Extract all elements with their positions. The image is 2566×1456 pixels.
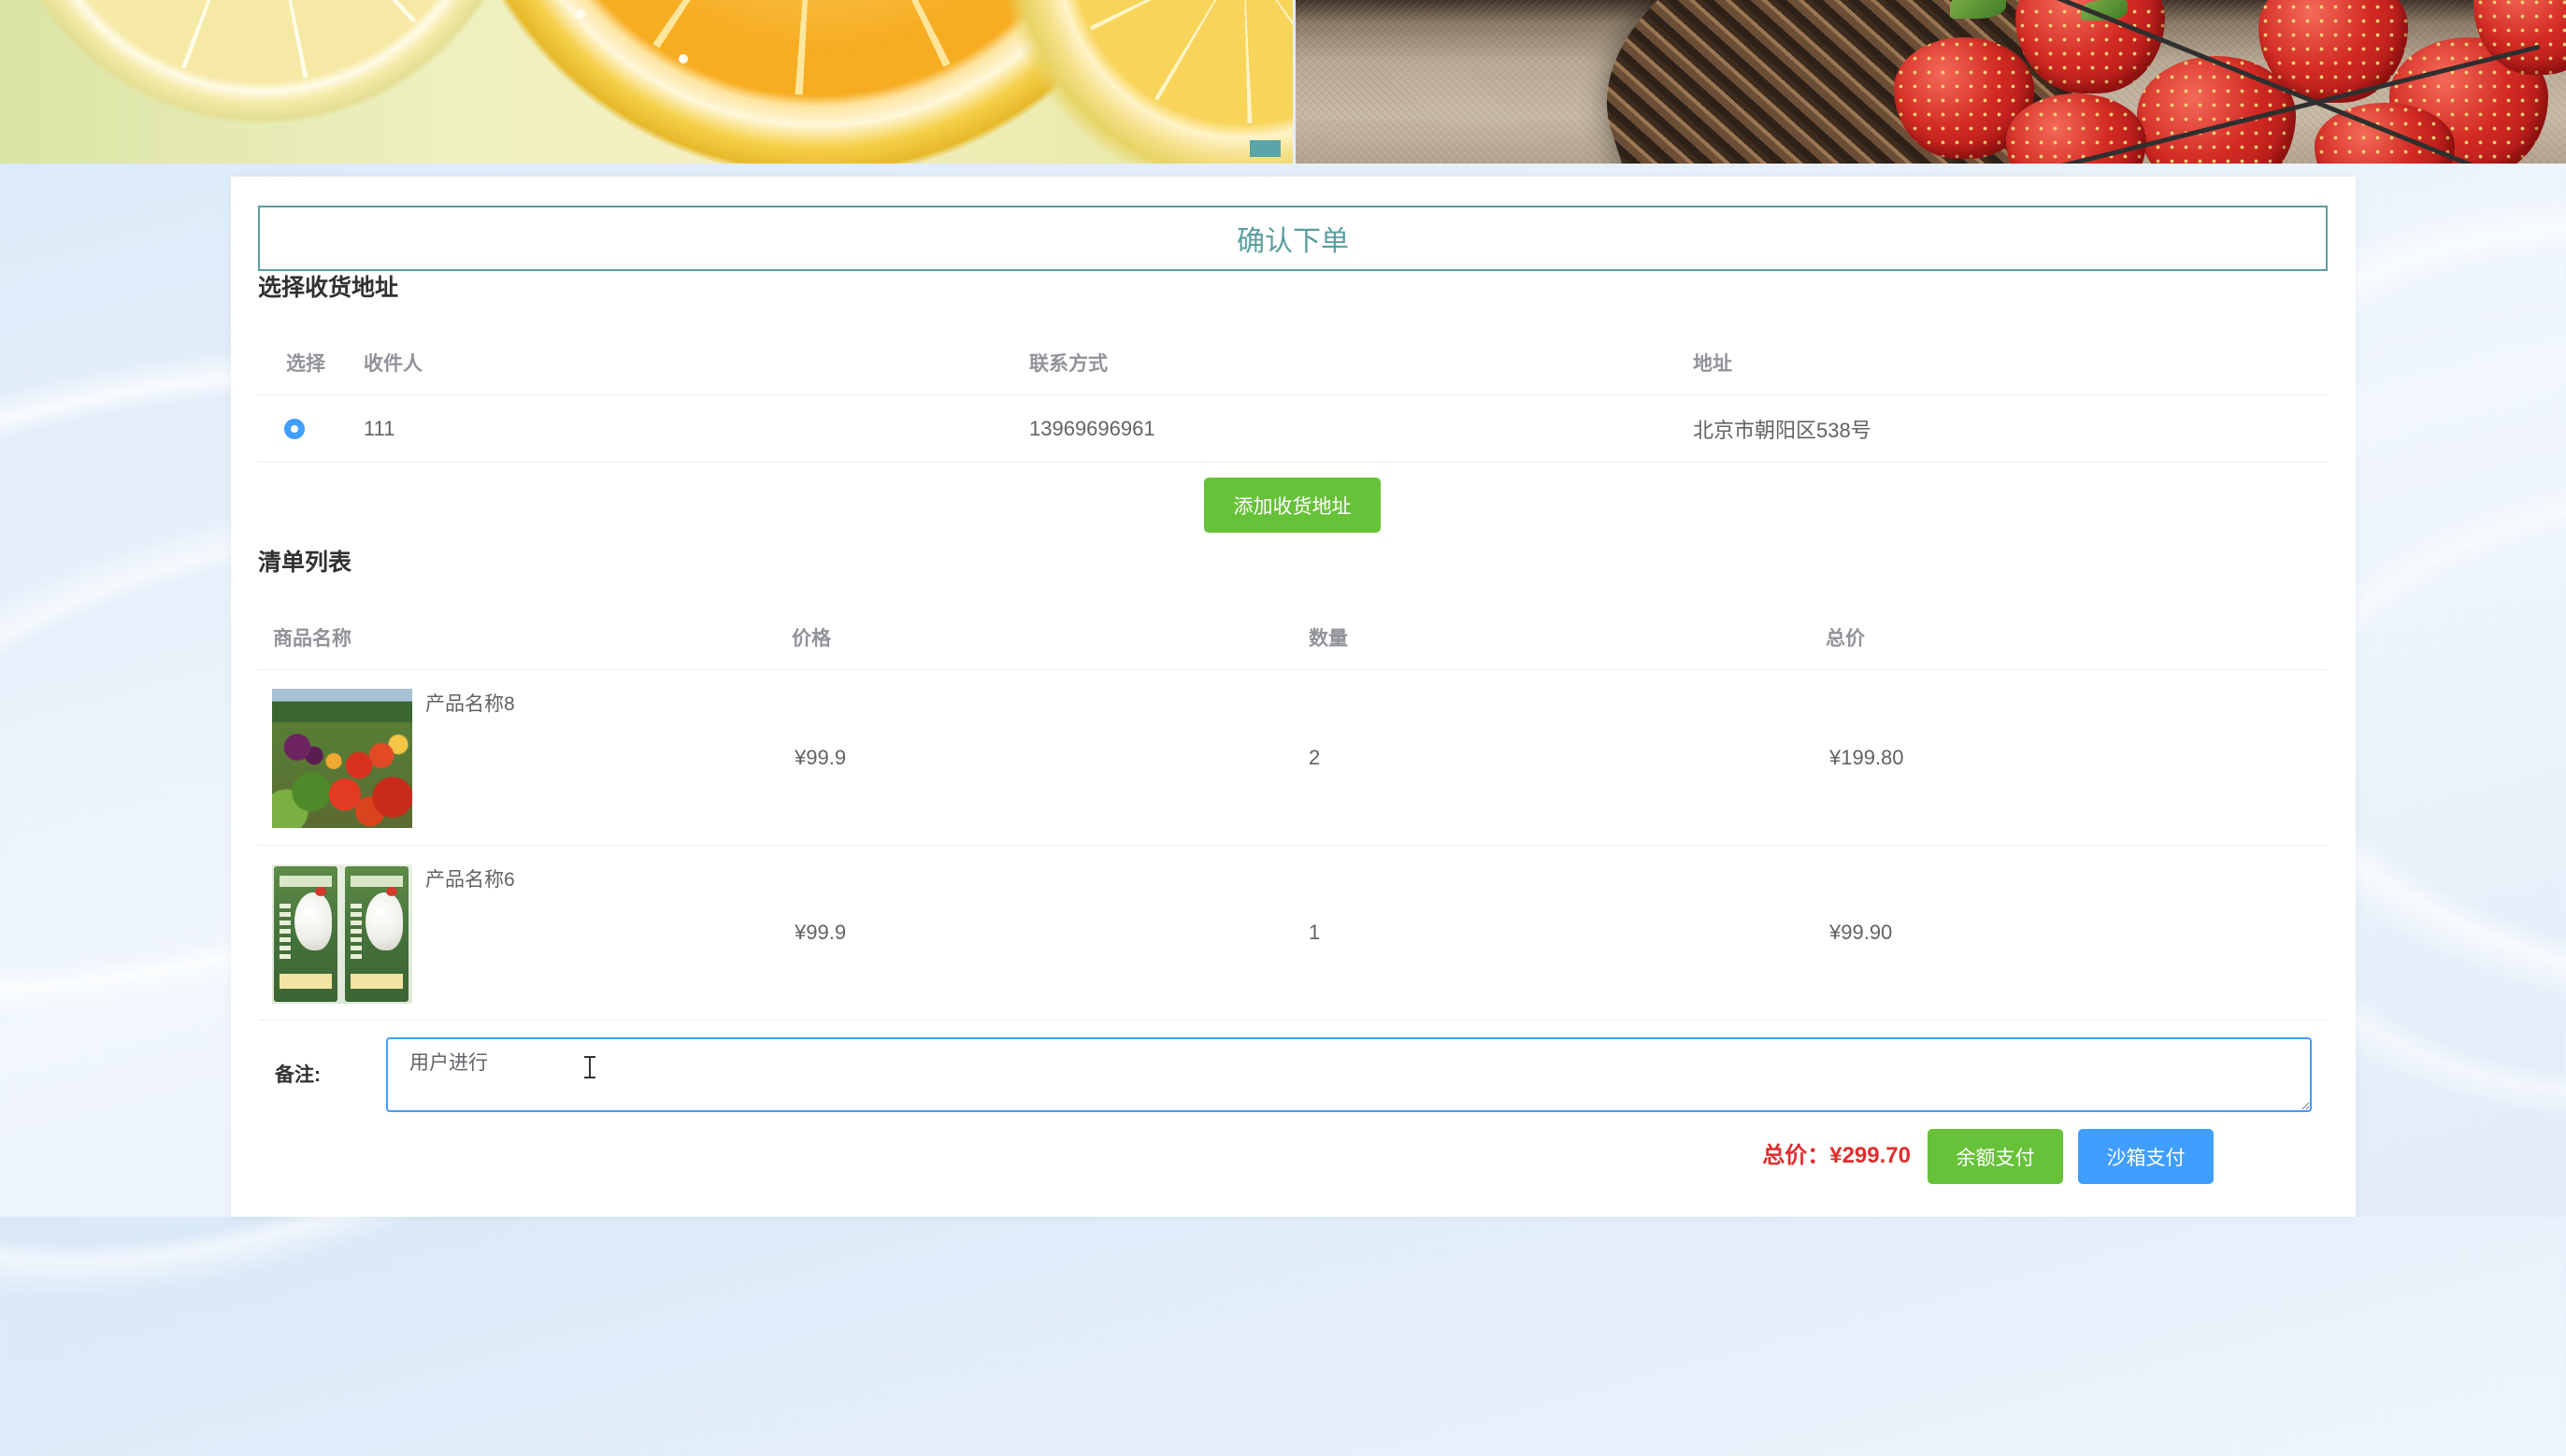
quantity-cell: 1 [1309,921,1321,944]
column-header-price: 价格 [792,627,831,649]
package-label [280,904,291,960]
page-title: 确认下单 [258,206,2328,271]
order-table-header: 商品名称 价格 数量 总价 [258,605,2328,670]
package-band [351,876,403,887]
price-cell: ¥99.9 [795,921,847,944]
chicken-graphic [294,892,332,950]
subtotal-cell: ¥199.80 [1829,745,1904,769]
lemon-segments [1073,0,1293,123]
column-header-address: 地址 [1693,352,1732,375]
table-row[interactable]: 111 13969696961 北京市朝阳区538号 [258,395,2328,463]
package-label [351,904,362,960]
column-header-phone: 联系方式 [1029,352,1108,375]
package-band [280,876,332,887]
chicken-graphic [366,892,403,950]
table-row: 产品名称6 ¥99.9 1 ¥99.90 [258,846,2328,1021]
total-label: 总价： [1762,1143,1830,1168]
lemon-highlight [679,54,688,64]
order-total: 总价：¥299.70 [1762,1143,1911,1169]
text-cursor-icon [584,1056,595,1078]
address-radio-cell [284,395,305,462]
total-value: ¥299.70 [1829,1143,1911,1168]
lemon-slice-image [0,0,570,164]
subtotal-cell: ¥99.90 [1829,921,1893,944]
column-header-select: 选择 [286,352,325,375]
package-graphic [274,866,337,1002]
product-image [272,864,412,1004]
banner-slide-lemon [0,0,1293,164]
remark-textarea[interactable]: 用户进行 [386,1037,2312,1112]
order-confirm-panel: 确认下单 选择收货地址 选择 收件人 联系方式 地址 111 139696969… [231,177,2356,1217]
chicken-comb [315,887,326,896]
order-list-heading: 清单列表 [258,550,352,576]
phone-cell: 13969696961 [1029,416,1155,440]
receiver-cell: 111 [364,416,395,440]
lemon-slice-image [1000,0,1293,164]
remark-label: 备注: [275,1064,321,1086]
column-header-quantity: 数量 [1309,627,1348,649]
product-image [272,689,412,828]
column-header-total: 总价 [1826,627,1865,649]
table-row: 产品名称8 ¥99.9 2 ¥199.80 [258,670,2328,846]
price-cell: ¥99.9 [795,745,847,769]
product-name: 产品名称6 [425,869,515,891]
quantity-cell: 2 [1309,745,1321,769]
address-table: 选择 收件人 联系方式 地址 111 13969696961 北京市朝阳区538… [258,330,2328,463]
lemon-segments [39,0,484,82]
cursor-bottom [584,1077,595,1078]
carousel-indicator[interactable] [1250,140,1281,157]
add-address-button[interactable]: 添加收货地址 [1204,478,1381,533]
package-footer [280,974,332,989]
package-graphic [345,866,409,1002]
address-section-heading: 选择收货地址 [258,275,399,301]
address-table-header: 选择 收件人 联系方式 地址 [258,330,2328,395]
address-radio[interactable] [284,418,305,439]
balance-pay-button[interactable]: 余额支付 [1928,1129,2063,1184]
cursor-stem [589,1058,591,1077]
sandbox-pay-button[interactable]: 沙箱支付 [2078,1129,2214,1184]
address-cell: 北京市朝阳区538号 [1693,418,1871,442]
lemon-highlight [576,9,585,19]
product-name: 产品名称8 [425,693,515,715]
banner-slide-strawberry [1296,0,2566,164]
package-footer [351,974,403,989]
column-header-receiver: 收件人 [364,352,423,375]
column-header-product: 商品名称 [273,627,351,649]
chicken-comb [386,887,397,896]
order-table: 商品名称 价格 数量 总价 产品名称8 ¥99.9 2 ¥199.80 产品名称… [258,605,2328,1021]
